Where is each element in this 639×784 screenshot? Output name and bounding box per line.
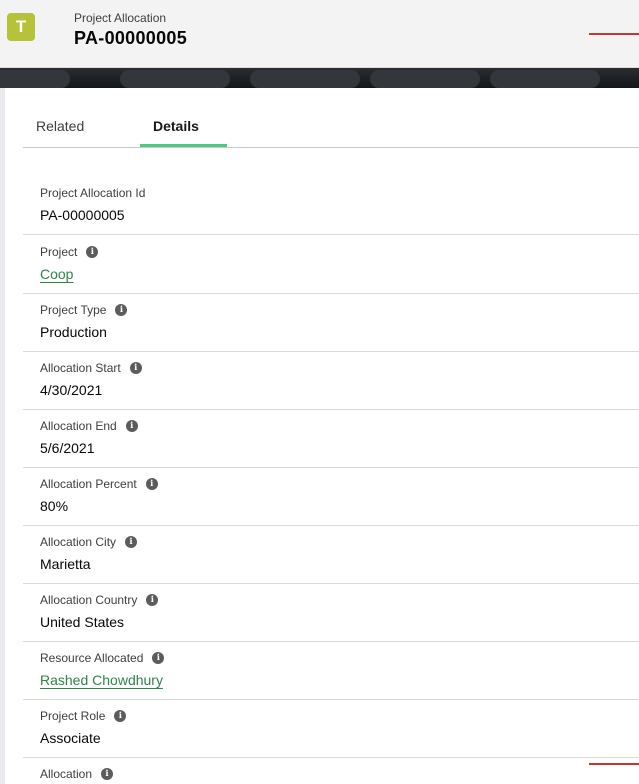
field-label-text: Allocation Country [40,593,138,607]
field-value: 5/6/2021 [40,440,95,456]
field-row: Resource Allocated i Rashed Chowdhury [23,641,639,700]
info-icon[interactable]: i [146,594,159,606]
active-tab-indicator [140,144,227,147]
record-header: T Project Allocation PA-00000005 [0,0,639,68]
banner-shape [0,70,70,88]
field-label: Resource Allocated i [40,651,165,665]
field-row: Allocation City i Marietta [23,525,639,584]
field-label: Project Role i [40,709,127,723]
field-value: Production [40,324,107,340]
project-allocation-object-icon: T [7,13,35,41]
field-value: 80% [40,498,69,514]
banner-shape [490,70,600,88]
field-label-text: Project Role [40,709,106,723]
field-label: Allocation Percent i [40,477,158,491]
field-label: Allocation Country i [40,593,159,607]
field-value: PA-00000005 [40,207,125,223]
field-label-text: Allocation [40,767,93,781]
field-row: Allocation End i 5/6/2021 [23,409,639,468]
info-icon[interactable]: i [129,362,142,374]
field-label: Allocation Start i [40,361,142,375]
annotation-mark-bottom [589,763,639,765]
field-row: Project Type i Production [23,293,639,352]
field-label-text: Project [40,245,78,259]
record-title: PA-00000005 [74,28,188,48]
info-icon[interactable]: i [125,536,138,548]
field-label-text: Allocation City [40,535,117,549]
field-row: Allocationi150 [23,757,639,784]
tab-related[interactable]: Related [36,118,84,134]
tab-details[interactable]: Details [153,118,199,134]
field-row: Allocation Country i United States [23,583,639,642]
field-label-text: Allocation Percent [40,477,137,491]
info-icon[interactable]: i [115,304,128,316]
details-panel: Related Details Project Allocation Id PA-… [5,88,639,784]
field-value-link[interactable]: Coop [40,266,73,282]
info-icon[interactable]: i [101,768,114,780]
banner-shape [120,70,230,88]
info-icon[interactable]: i [152,652,165,664]
field-label: Project Allocation Id [40,186,145,200]
field-label: Allocation City i [40,535,138,549]
field-label-text: Project Allocation Id [40,186,146,200]
field-row: Project i Coop [23,235,639,294]
banner-shape [370,70,480,88]
info-icon[interactable]: i [114,710,127,722]
banner-shape [250,70,360,88]
field-row: Allocation Start i 4/30/2021 [23,351,639,410]
field-row: Allocation Percent i 80% [23,467,639,526]
field-row: Project Role i Associate [23,699,639,758]
field-label: Project i [40,245,99,259]
field-value: United States [40,614,125,630]
info-icon[interactable]: i [145,478,158,490]
object-type-label: Project Allocation [74,11,167,25]
tab-bar: Related Details [23,88,639,148]
field-value-link[interactable]: Rashed Chowdhury [40,672,163,688]
field-value: Associate [40,730,101,746]
field-value: Marietta [40,556,91,572]
field-label-text: Allocation End [40,419,117,433]
info-icon[interactable]: i [125,420,138,432]
info-icon[interactable]: i [86,246,99,258]
field-label: Project Type i [40,303,128,317]
field-label-text: Project Type [40,303,107,317]
annotation-mark-top [589,33,639,35]
field-value: 4/30/2021 [40,382,103,398]
field-label: Allocation End i [40,419,138,433]
field-label-text: Resource Allocated [40,651,144,665]
field-label-text: Allocation Start [40,361,121,375]
header-banner [0,68,639,88]
field-row: Project Allocation Id PA-00000005 [23,176,639,235]
field-label: Allocation i [40,767,114,781]
